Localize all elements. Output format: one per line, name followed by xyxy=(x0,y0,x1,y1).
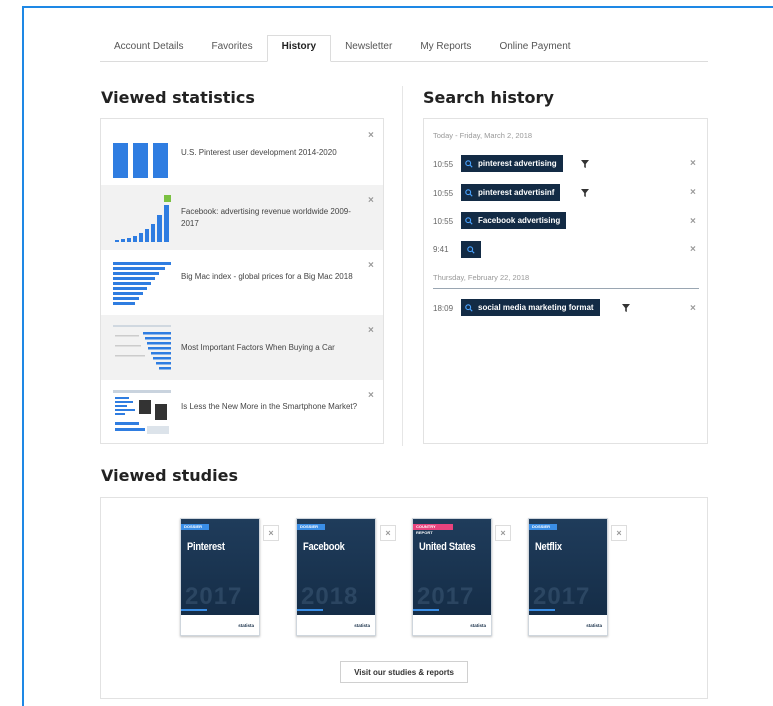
study-badge: COUNTRY REPORT xyxy=(413,524,453,535)
study-year: 2017 xyxy=(417,583,475,610)
statista-logo: statista xyxy=(470,623,486,628)
search-time: 9:41 xyxy=(433,245,449,254)
study-year: 2017 xyxy=(533,583,591,610)
study-badge: DOSSIER xyxy=(297,524,325,530)
search-icon xyxy=(465,216,473,225)
statistic-title[interactable]: Most Important Factors When Buying a Car xyxy=(181,342,361,354)
statista-logo: statista xyxy=(238,623,254,628)
horizontal-bar-chart-icon xyxy=(111,323,173,373)
study-year: 2018 xyxy=(301,583,359,610)
search-icon xyxy=(465,188,473,197)
viewed-statistics-panel: U.S. Pinterest user development 2014-202… xyxy=(100,118,384,444)
study-title: Pinterest xyxy=(187,541,225,553)
remove-statistic-icon[interactable]: × xyxy=(368,260,374,271)
horizontal-bar-chart-icon xyxy=(111,258,173,308)
search-query-text: pinterest advertisinf xyxy=(478,188,555,197)
statistic-item[interactable]: Big Mac index - global prices for a Big … xyxy=(101,250,383,315)
tab-newsletter[interactable]: Newsletter xyxy=(331,34,406,61)
study-accent-bar xyxy=(413,609,439,611)
remove-study-icon[interactable]: × xyxy=(380,525,396,541)
study-cover[interactable]: DOSSIER Facebook 2018 statista xyxy=(296,518,376,636)
search-history-panel: Today - Friday, March 2, 2018 10:55 pint… xyxy=(423,118,708,444)
remove-search-icon[interactable]: × xyxy=(690,244,696,255)
search-time: 10:55 xyxy=(433,160,454,169)
search-time: 10:55 xyxy=(433,217,454,226)
statistic-title[interactable]: Is Less the New More in the Smartphone M… xyxy=(181,401,361,413)
statistic-title[interactable]: Facebook: advertising revenue worldwide … xyxy=(181,206,361,230)
remove-statistic-icon[interactable]: × xyxy=(368,325,374,336)
viewed-statistics-heading: Viewed statistics xyxy=(101,88,255,107)
search-icon xyxy=(465,303,473,312)
date-label: Thursday, February 22, 2018 xyxy=(433,273,530,282)
remove-study-icon[interactable]: × xyxy=(495,525,511,541)
filter-icon[interactable] xyxy=(581,160,589,168)
tab-my-reports[interactable]: My Reports xyxy=(406,34,485,61)
remove-statistic-icon[interactable]: × xyxy=(368,130,374,141)
account-tabs: Account Details Favorites History Newsle… xyxy=(100,35,708,62)
search-icon xyxy=(465,159,473,168)
search-query-chip[interactable] xyxy=(461,241,481,258)
filter-icon[interactable] xyxy=(581,189,589,197)
remove-study-icon[interactable]: × xyxy=(263,525,279,541)
search-time: 10:55 xyxy=(433,189,454,198)
growth-bar-chart-icon xyxy=(111,193,173,243)
visit-studies-button[interactable]: Visit our studies & reports xyxy=(340,661,468,683)
statistic-item[interactable]: Facebook: advertising revenue worldwide … xyxy=(101,185,383,250)
search-query-chip[interactable]: pinterest advertising xyxy=(461,155,563,172)
tab-account-details[interactable]: Account Details xyxy=(100,34,197,61)
study-badge: DOSSIER xyxy=(529,524,557,530)
study-accent-bar xyxy=(297,609,323,611)
remove-search-icon[interactable]: × xyxy=(690,216,696,227)
study-accent-bar xyxy=(529,609,555,611)
column-divider xyxy=(402,86,403,446)
statista-logo: statista xyxy=(354,623,370,628)
remove-search-icon[interactable]: × xyxy=(690,303,696,314)
statistic-title[interactable]: Big Mac index - global prices for a Big … xyxy=(181,271,361,283)
remove-statistic-icon[interactable]: × xyxy=(368,195,374,206)
statistic-item[interactable]: Most Important Factors When Buying a Car… xyxy=(101,315,383,380)
search-query-chip[interactable]: pinterest advertisinf xyxy=(461,184,561,201)
search-icon xyxy=(467,245,475,254)
tab-favorites[interactable]: Favorites xyxy=(197,34,266,61)
study-cover[interactable]: DOSSIER Pinterest 2017 statista xyxy=(180,518,260,636)
remove-search-icon[interactable]: × xyxy=(690,158,696,169)
infographic-icon xyxy=(111,388,173,438)
study-title: United States xyxy=(419,541,476,553)
statistic-title[interactable]: U.S. Pinterest user development 2014-202… xyxy=(181,147,361,159)
study-cover[interactable]: DOSSIER Netflix 2017 statista xyxy=(528,518,608,636)
remove-search-icon[interactable]: × xyxy=(690,187,696,198)
study-badge: DOSSIER xyxy=(181,524,209,530)
date-divider xyxy=(433,288,699,289)
study-year: 2017 xyxy=(185,583,243,610)
filter-icon[interactable] xyxy=(622,304,630,312)
statistic-item[interactable]: Is Less the New More in the Smartphone M… xyxy=(101,380,383,445)
statista-logo: statista xyxy=(586,623,602,628)
search-history-heading: Search history xyxy=(423,88,554,107)
remove-study-icon[interactable]: × xyxy=(611,525,627,541)
search-query-chip[interactable]: social media marketing format xyxy=(461,299,600,316)
search-query-text: social media marketing format xyxy=(478,303,594,312)
date-label: Today - Friday, March 2, 2018 xyxy=(433,131,533,140)
tab-online-payment[interactable]: Online Payment xyxy=(485,34,584,61)
search-query-text: Facebook advertising xyxy=(478,216,561,225)
study-title: Netflix xyxy=(535,541,562,553)
study-title: Facebook xyxy=(303,541,345,553)
search-query-chip[interactable]: Facebook advertising xyxy=(461,212,567,229)
tab-history[interactable]: History xyxy=(266,35,332,62)
statistic-item[interactable]: U.S. Pinterest user development 2014-202… xyxy=(101,120,383,185)
study-accent-bar xyxy=(181,609,207,611)
viewed-studies-heading: Viewed studies xyxy=(101,466,238,485)
remove-statistic-icon[interactable]: × xyxy=(368,390,374,401)
study-cover[interactable]: COUNTRY REPORT United States 2017 statis… xyxy=(412,518,492,636)
search-time: 18:09 xyxy=(433,304,454,313)
bar-chart-icon xyxy=(111,128,173,178)
search-query-text: pinterest advertising xyxy=(478,159,557,168)
